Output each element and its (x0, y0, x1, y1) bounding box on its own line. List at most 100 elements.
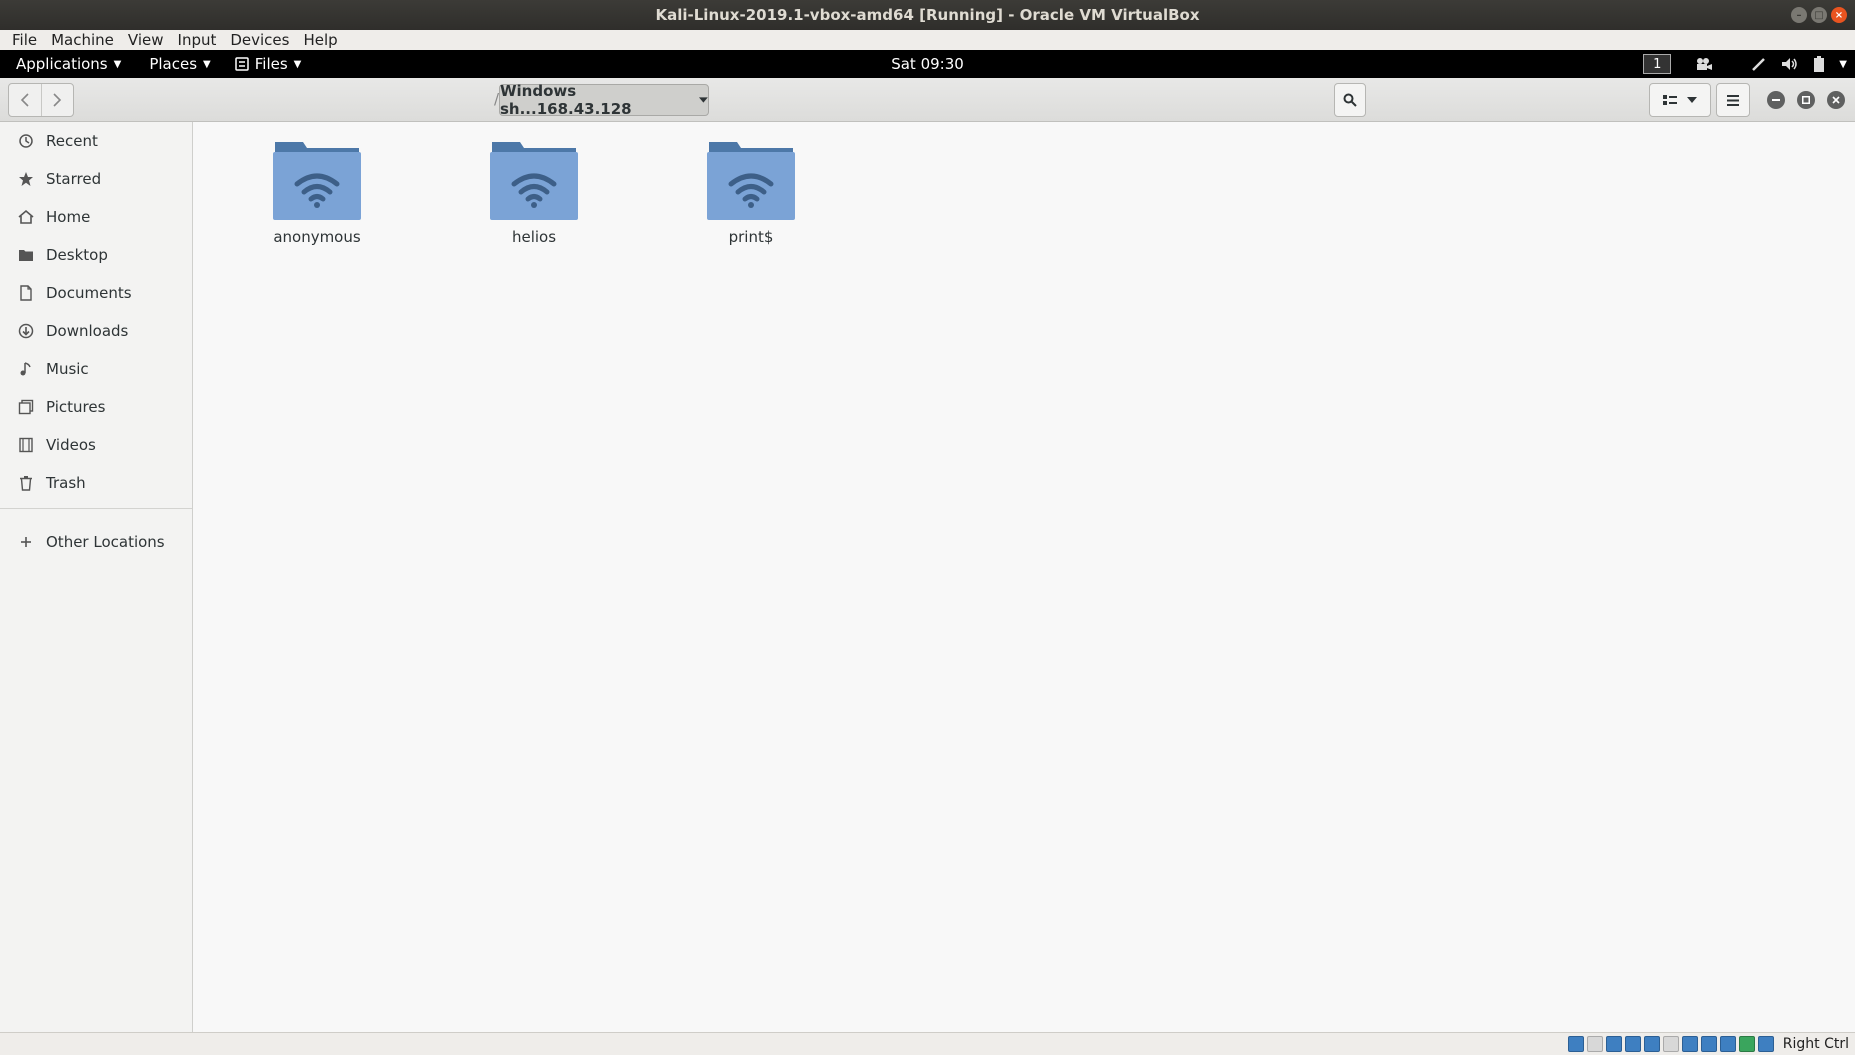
applications-menu[interactable]: Applications ▼ (0, 55, 131, 73)
vbox-menu-devices[interactable]: Devices (224, 31, 297, 49)
share-folder-anonymous[interactable]: anonymous (247, 140, 387, 260)
guest-additions-icon[interactable] (1738, 1036, 1755, 1052)
sidebar-item-label: Pictures (46, 398, 106, 416)
trash-icon (20, 476, 32, 491)
display-icon[interactable] (1681, 1036, 1698, 1052)
sidebar-item-desktop[interactable]: Desktop (0, 238, 192, 272)
minimize-button[interactable] (1767, 91, 1785, 109)
forward-button[interactable] (40, 84, 74, 116)
system-menu-caret-icon[interactable]: ▼ (1839, 59, 1847, 70)
hamburger-menu-button[interactable] (1716, 83, 1750, 117)
video-camera-icon[interactable] (1695, 57, 1713, 71)
download-icon (18, 323, 34, 339)
files-label: Files (254, 55, 288, 73)
shared-folders-icon[interactable] (1662, 1036, 1679, 1052)
files-app-menu[interactable]: Files ▼ (221, 55, 312, 73)
folder-name: helios (511, 228, 557, 246)
folder-name: print$ (728, 228, 774, 246)
mouse-integration-icon[interactable] (1757, 1036, 1774, 1052)
battery-icon[interactable] (1813, 56, 1825, 72)
host-window-controls: – □ × (1791, 7, 1847, 23)
vbox-menu-help[interactable]: Help (297, 31, 345, 49)
caret-down-icon: ▼ (293, 58, 302, 70)
sidebar-item-label: Other Locations (46, 533, 165, 551)
sidebar-item-other-locations[interactable]: Other Locations (0, 525, 192, 559)
caret-down-icon: ▼ (203, 58, 211, 70)
search-button[interactable] (1334, 83, 1366, 117)
hard-disk-icon[interactable] (1567, 1036, 1584, 1052)
applications-label: Applications (16, 55, 108, 73)
places-sidebar: Other Locations Recent Starred Home Desk… (0, 122, 193, 1032)
sidebar-item-trash[interactable]: Trash (0, 466, 192, 500)
files-headerbar: / Windows sh...168.43.128 (0, 78, 1855, 122)
close-icon (1832, 96, 1840, 104)
sidebar-item-videos[interactable]: Videos (0, 428, 192, 462)
guest-top-panel: Applications ▼ Places ▼ Files ▼ Sat 09:3… (0, 50, 1855, 78)
audio-icon[interactable] (1605, 1036, 1622, 1052)
files-cabinet-icon (235, 57, 249, 71)
sidebar-item-label: Home (46, 208, 91, 226)
places-menu[interactable]: Places ▼ (131, 55, 220, 73)
sidebar-item-home[interactable]: Home (0, 200, 192, 234)
optical-drive-icon[interactable] (1586, 1036, 1603, 1052)
vbox-menu-view[interactable]: View (122, 31, 172, 49)
host-minimize-button[interactable]: – (1791, 7, 1807, 23)
view-options-button[interactable] (1649, 83, 1711, 117)
list-view-icon (1663, 95, 1677, 105)
host-key-label: Right Ctrl (1782, 1036, 1849, 1052)
sidebar-item-recent[interactable]: Recent (0, 124, 192, 158)
host-close-button[interactable]: × (1831, 7, 1847, 23)
workspace-indicator[interactable]: 1 (1643, 54, 1672, 74)
folder-name: anonymous (273, 228, 361, 246)
pictures-icon (18, 399, 34, 415)
vbox-menu-input[interactable]: Input (172, 31, 225, 49)
virtualization-icon[interactable] (1719, 1036, 1736, 1052)
video-capture-icon[interactable] (1700, 1036, 1717, 1052)
sidebar-item-label: Recent (46, 132, 98, 150)
sidebar-item-downloads[interactable]: Downloads (0, 314, 192, 348)
host-window-title: Kali-Linux-2019.1-vbox-amd64 [Running] -… (655, 6, 1200, 24)
network-folder-icon (707, 142, 795, 220)
vbox-menu-machine[interactable]: Machine (45, 31, 122, 49)
host-window-titlebar[interactable]: Kali-Linux-2019.1-vbox-amd64 [Running] -… (0, 0, 1855, 30)
document-icon (20, 285, 32, 301)
maximize-button[interactable] (1797, 91, 1815, 109)
sidebar-item-label: Videos (46, 436, 96, 454)
sidebar-item-starred[interactable]: Starred (0, 162, 192, 196)
network-icon[interactable] (1624, 1036, 1641, 1052)
navigation-buttons (8, 83, 74, 117)
network-folder-icon (490, 142, 578, 220)
sidebar-item-pictures[interactable]: Pictures (0, 390, 192, 424)
panel-clock[interactable]: Sat 09:30 (891, 55, 964, 73)
caret-down-icon (699, 97, 708, 103)
share-folder-print[interactable]: print$ (681, 140, 821, 260)
sidebar-item-label: Starred (46, 170, 102, 188)
sidebar-item-documents[interactable]: Documents (0, 276, 192, 310)
close-button[interactable] (1827, 91, 1845, 109)
hamburger-icon (1727, 94, 1739, 106)
sidebar-item-music[interactable]: Music (0, 352, 192, 386)
location-label: Windows sh...168.43.128 (500, 82, 632, 118)
network-folder-icon (273, 142, 361, 220)
vbox-menu-file[interactable]: File (6, 31, 45, 49)
minimize-icon (1772, 99, 1780, 101)
places-label: Places (149, 55, 198, 73)
sidebar-item-label: Desktop (46, 246, 108, 264)
host-maximize-button[interactable]: □ (1811, 7, 1827, 23)
desktop-folder-icon (19, 250, 33, 261)
caret-down-icon: ▼ (113, 58, 122, 70)
music-icon (20, 362, 31, 376)
file-view[interactable]: anonymous helios print$ (193, 122, 1855, 1032)
chevron-right-icon (53, 93, 62, 107)
home-icon (18, 209, 34, 224)
back-button[interactable] (9, 84, 41, 116)
share-folder-helios[interactable]: helios (464, 140, 604, 260)
color-picker-icon[interactable] (1751, 56, 1767, 72)
star-icon (19, 172, 33, 186)
maximize-icon (1802, 96, 1810, 104)
location-path-button[interactable]: Windows sh...168.43.128 (499, 82, 709, 118)
plus-icon (21, 537, 31, 547)
recent-icon (19, 134, 33, 148)
volume-icon[interactable] (1781, 56, 1799, 72)
usb-icon[interactable] (1643, 1036, 1660, 1052)
